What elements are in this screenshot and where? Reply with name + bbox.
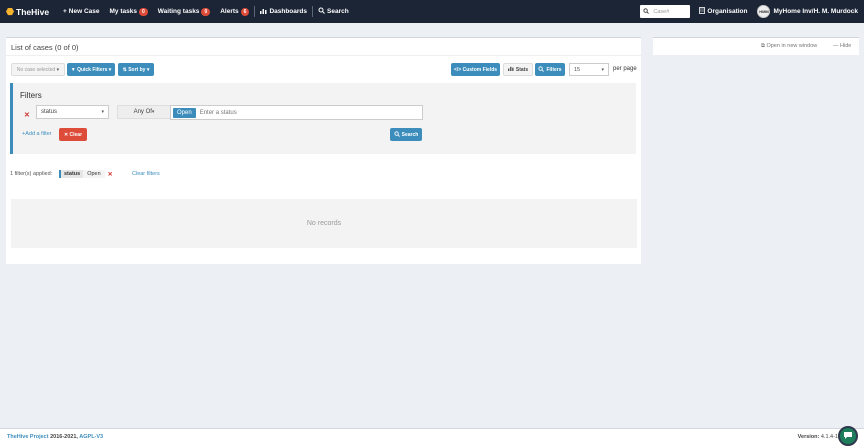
stats-label: Stats <box>515 66 529 73</box>
search-icon <box>643 7 650 16</box>
case-number-input[interactable]: Case# <box>640 5 691 18</box>
selected-value-tag[interactable]: Open <box>173 107 196 118</box>
chevron-down-icon: ▾ <box>55 66 60 73</box>
bar-chart-icon <box>507 66 514 73</box>
license-link[interactable]: AGPL-V3 <box>79 434 103 440</box>
filters-title: Filters <box>20 91 42 100</box>
header-divider <box>6 55 641 56</box>
new-case-label: New Case <box>68 8 100 15</box>
new-case-button[interactable]: + New Case <box>58 0 105 23</box>
waiting-tasks-link[interactable]: Waiting tasks 0 <box>153 0 215 23</box>
bulk-action-dropdown[interactable]: No case selected ▾ <box>11 63 65 76</box>
hide-label: Hide <box>840 43 852 49</box>
footer-version: Version: 4.1.4-1 <box>798 434 838 440</box>
per-page-label: per page <box>613 66 637 72</box>
chat-bubble-icon <box>843 431 853 442</box>
alerts-label: Alerts <box>220 8 239 15</box>
filter-operator-label: Any Of <box>133 109 152 115</box>
filter-field-select[interactable]: status ▾ <box>36 105 109 119</box>
filter-field-value: status <box>41 109 58 115</box>
building-icon <box>699 7 706 16</box>
chevron-down-icon: ▾ <box>601 66 604 73</box>
clear-button[interactable]: ✕ Clear <box>59 128 87 141</box>
filters-panel: Filters ✕ status ▾ Any Of ▾ Open Enter a… <box>10 83 636 154</box>
remove-applied-filter-icon[interactable]: ✕ <box>108 171 113 178</box>
brand-logo[interactable]: TheHive <box>6 7 58 17</box>
search-label: Search <box>327 8 349 15</box>
search-link[interactable]: Search <box>313 0 354 23</box>
add-filter-label: Add a filter <box>25 131 52 137</box>
sort-by-label: Sort by <box>128 66 146 73</box>
project-link[interactable]: TheHive Project <box>7 434 49 440</box>
add-filter-link[interactable]: +Add a filter <box>22 131 52 137</box>
avatar: HMM <box>757 5 771 18</box>
open-new-window-link[interactable]: ⧉ Open in new window <box>761 43 817 50</box>
filters-label: Filters <box>546 66 562 73</box>
filter-operator-dropdown[interactable]: Any Of ▾ <box>117 105 171 119</box>
remove-filter-icon[interactable]: ✕ <box>24 111 30 119</box>
page-size-select[interactable]: 15 ▾ <box>569 63 609 76</box>
search-button-label: Search <box>401 131 419 138</box>
chevron-down-icon: ▾ <box>151 109 155 115</box>
hive-logo-icon <box>6 8 14 16</box>
footer-years: 2016-2021, <box>50 434 78 440</box>
footer: TheHive Project 2016-2021, AGPL-V3 Versi… <box>0 428 864 447</box>
organisation-label: Organisation <box>707 8 748 15</box>
custom-fields-button[interactable]: </> Custom Fields <box>451 63 500 76</box>
bar-chart-icon <box>260 8 267 16</box>
chat-button[interactable] <box>838 426 858 446</box>
search-icon <box>318 7 325 16</box>
chevron-down-icon: ▾ <box>101 109 104 115</box>
user-name: MyHome Inv/H. M. Murdock <box>773 8 858 15</box>
waiting-tasks-count-badge: 0 <box>201 7 211 16</box>
search-icon <box>394 130 400 139</box>
clear-label: Clear <box>69 131 83 138</box>
code-icon: </> <box>453 66 463 73</box>
user-menu[interactable]: HMM MyHome Inv/H. M. Murdock <box>752 0 864 23</box>
alerts-count-badge: 6 <box>240 7 250 16</box>
waiting-tasks-label: Waiting tasks <box>157 8 200 15</box>
my-tasks-label: My tasks <box>109 8 137 15</box>
brand-name: TheHive <box>16 6 50 17</box>
quick-filters-button[interactable]: ▼ Quick Filters ▾ <box>67 63 115 76</box>
quick-filters-label: Quick Filters <box>77 66 108 73</box>
search-icon <box>538 65 545 74</box>
filters-toggle-button[interactable]: Filters <box>535 63 565 76</box>
my-tasks-link[interactable]: My tasks 0 <box>105 0 153 23</box>
custom-fields-label: Custom Fields <box>462 66 498 73</box>
dashboards-label: Dashboards <box>269 8 308 15</box>
navbar-right: Case# Organisation HMM MyHome Inv/H. M. … <box>640 0 864 23</box>
hide-link[interactable]: — Hide <box>833 43 851 49</box>
clear-filters-link[interactable]: Clear filters <box>132 171 160 177</box>
applied-filters-text: 1 filter(s) applied: <box>10 171 53 177</box>
applied-filter-key: status <box>59 170 84 178</box>
chevron-down-icon: ▾ <box>107 66 112 73</box>
alerts-link[interactable]: Alerts 6 <box>215 0 254 23</box>
minus-icon: — <box>833 43 839 49</box>
top-navbar: TheHive + New Case My tasks 0 Waiting ta… <box>0 0 864 23</box>
my-tasks-count-badge: 0 <box>138 7 148 16</box>
empty-state: No records <box>11 199 637 248</box>
plus-icon: + <box>63 8 67 15</box>
version-label: Version: <box>797 434 820 440</box>
organisation-link[interactable]: Organisation <box>694 0 752 23</box>
footer-copyright: TheHive Project 2016-2021, AGPL-V3 <box>7 434 103 440</box>
external-link-icon: ⧉ <box>761 43 765 49</box>
sort-by-button[interactable]: ⇅ Sort by ▾ <box>118 63 154 76</box>
version-value: 4.1.4-1 <box>820 434 838 440</box>
applied-filter-value: Open <box>83 170 105 178</box>
dashboards-link[interactable]: Dashboards <box>255 0 312 23</box>
page-size-value: 15 <box>574 66 581 73</box>
chevron-down-icon: ▾ <box>145 66 150 73</box>
applied-filter-chip: status Open ✕ <box>59 169 113 179</box>
side-panel: ⧉ Open in new window — Hide <box>653 37 859 55</box>
bulk-action-label: No case selected <box>16 66 56 73</box>
filter-value-placeholder: Enter a status <box>199 109 237 116</box>
open-new-window-label: Open in new window <box>766 43 818 49</box>
filter-value-input[interactable]: Open Enter a status <box>170 105 423 120</box>
stats-button[interactable]: Stats <box>503 63 533 76</box>
case-number-placeholder: Case# <box>653 8 670 15</box>
search-button[interactable]: Search <box>390 128 422 141</box>
page-title: List of cases (0 of 0) <box>11 43 79 52</box>
